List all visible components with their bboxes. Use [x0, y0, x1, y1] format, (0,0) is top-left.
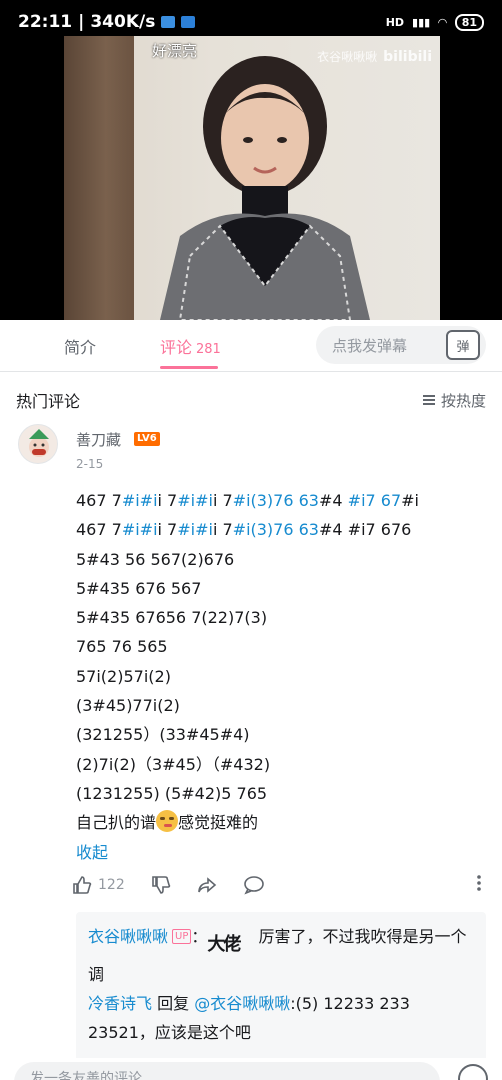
status-speed: 340K/s	[90, 12, 156, 32]
comment-closing-before: 自己扒的谱	[76, 813, 157, 833]
tab-intro[interactable]: 简介	[64, 334, 96, 358]
signal-icon: ▮▮▮	[412, 15, 431, 29]
hd-signal-label: HD	[385, 15, 405, 29]
notification-icon	[181, 16, 196, 28]
comment-bubble-icon	[243, 876, 264, 895]
comment-text: 765 76 565	[76, 637, 168, 657]
reply-item: 衣谷啾啾啾 UP ：大佬 厉害了，不过我吹得是另一个调	[88, 927, 467, 984]
comment-text: #i	[401, 491, 419, 510]
presenter-image	[160, 56, 370, 320]
video-watermark: 衣谷啾啾啾 bilibili	[317, 48, 432, 65]
like-button[interactable]: 122	[72, 875, 125, 895]
hashtag-link[interactable]: #i#i	[177, 520, 213, 539]
comment-text: i 7	[157, 491, 178, 510]
sort-icon	[422, 395, 435, 405]
comment-line: (2)7i(2)（3#45）（#432)	[76, 750, 486, 779]
replies-box[interactable]: 衣谷啾啾啾 UP ：大佬 厉害了，不过我吹得是另一个调 冷香诗飞 回复 @衣谷啾啾啾…	[76, 912, 486, 1080]
comment-line: 765 76 565	[76, 632, 486, 661]
reply-mention[interactable]: @衣谷啾啾啾	[194, 994, 290, 1013]
comment-line: (1231255) (5#42)5 765	[76, 779, 486, 808]
wifi-icon: ◠	[438, 15, 447, 29]
hashtag-link[interactable]: #i#i	[122, 491, 158, 510]
comment-line: (3#45)77i(2)	[76, 691, 486, 720]
sticker-emoji-icon: 大佬	[207, 934, 241, 955]
battery-level: 81	[454, 13, 484, 31]
comment-text: 5#435 67656 7(22)7(3)	[76, 608, 268, 628]
comment-username[interactable]: 善刀藏	[76, 429, 121, 450]
status-bar: 22:11 | 340K/s HD ▮▮▮ ◠ 81	[0, 0, 502, 44]
avatar-image	[29, 429, 49, 457]
share-icon	[197, 877, 216, 893]
comment-text: (3#45)77i(2)	[76, 696, 180, 716]
hot-comments-header: 热门评论 按热度	[16, 388, 486, 412]
collapse-link[interactable]: 收起	[76, 838, 486, 867]
comment-text: 57i(2)57i(2)	[76, 666, 171, 686]
reply-item: 冷香诗飞 回复 @衣谷啾啾啾:(5) 12233 233 23521，应该是这个…	[88, 989, 474, 1047]
hashtag-link[interactable]: #i(3)76 63	[233, 520, 319, 539]
hashtag-link[interactable]: #i(3)76 63	[233, 491, 319, 510]
thumbs-down-icon	[151, 876, 170, 894]
avatar[interactable]	[18, 424, 58, 464]
comment-body: 467 7#i#ii 7#i#ii 7#i(3)76 63#4 #i7 67#i…	[76, 486, 486, 867]
smirk-emoji-icon	[156, 810, 179, 833]
comment-text: 467 7	[76, 520, 122, 540]
hashtag-link[interactable]: #i7 67	[348, 491, 401, 510]
video-player[interactable]: 22:11 | 340K/s HD ▮▮▮ ◠ 81 好漂亮 衣谷啾啾啾 bil…	[0, 0, 502, 320]
comment-line: 5#435 67656 7(22)7(3)	[76, 603, 486, 632]
thumbs-up-icon	[73, 876, 92, 894]
reply-username[interactable]: 衣谷啾啾啾	[88, 927, 168, 946]
like-count: 122	[98, 877, 125, 893]
hashtag-link[interactable]: #i#i	[122, 520, 158, 539]
danmaku-toggle-button[interactable]: 弹	[446, 330, 480, 360]
tab-comments[interactable]: 评论 281	[160, 334, 221, 358]
more-options-icon[interactable]	[476, 874, 482, 896]
hashtag-link[interactable]: #i#i	[177, 491, 213, 510]
curtain	[64, 36, 134, 320]
comment-line: 5#43 56 567(2)676	[76, 545, 486, 574]
comment-closing-line: 自己扒的谱 感觉挺难的	[76, 808, 486, 837]
danmaku-comment: 好漂亮	[152, 42, 198, 60]
comment-closing-after: 感觉挺难的	[178, 813, 259, 833]
comment-lines: 467 7#i#ii 7#i#ii 7#i(3)76 63#4 #i7 67#i…	[76, 486, 486, 808]
comment-text: #4	[318, 491, 348, 510]
hot-comments-title: 热门评论	[16, 392, 81, 411]
sort-label: 按热度	[440, 391, 486, 410]
comment-input[interactable]: 发一条友善的评论	[14, 1062, 440, 1080]
dislike-button[interactable]	[151, 875, 171, 895]
comment-text: i 7	[212, 491, 233, 510]
level-badge: LV6	[134, 432, 160, 446]
reply-username[interactable]: 冷香诗飞	[88, 994, 152, 1013]
bilibili-logo: bilibili	[383, 48, 432, 65]
comment-count: 281	[196, 342, 221, 357]
reply-word: 回复	[157, 994, 190, 1013]
comment-text: (1231255) (5#42)5 765	[76, 783, 268, 803]
comment-text: (2)7i(2)（3#45）（#432)	[76, 754, 271, 774]
active-tab-indicator	[160, 366, 218, 369]
comment-line: 57i(2)57i(2)	[76, 662, 486, 691]
comment-text: i 7	[157, 520, 178, 540]
comment-line: 5#435 676 567	[76, 574, 486, 603]
comment-text: i 7	[212, 520, 233, 540]
status-divider: |	[78, 12, 85, 32]
share-button[interactable]	[197, 875, 217, 895]
comment-date: 2-15	[76, 457, 104, 471]
alarm-icon	[161, 16, 176, 28]
tab-comments-label: 评论	[160, 338, 193, 357]
comment-text: 467 7	[76, 491, 122, 510]
comment-text: 5#43 56 567(2)676	[76, 549, 235, 569]
status-time: 22:11	[18, 12, 73, 32]
comment-line: (321255）(33#45#4)	[76, 720, 486, 749]
video-frame	[64, 36, 440, 320]
comment-text: (321255）(33#45#4)	[76, 725, 250, 745]
up-badge: UP	[172, 929, 192, 944]
sort-button[interactable]: 按热度	[422, 390, 486, 411]
comment-line: 467 7#i#ii 7#i#ii 7#i(3)76 63#4 #i7 676	[76, 515, 486, 544]
reply-button[interactable]	[243, 875, 265, 895]
comment-line: 467 7#i#ii 7#i#ii 7#i(3)76 63#4 #i7 67#i	[76, 486, 486, 515]
comment-text: 5#435 676 567	[76, 578, 202, 598]
comment-actions: 122	[72, 872, 482, 898]
watermark-user: 衣谷啾啾啾	[317, 50, 378, 64]
comment-text: #4 #i7 676	[318, 520, 412, 540]
